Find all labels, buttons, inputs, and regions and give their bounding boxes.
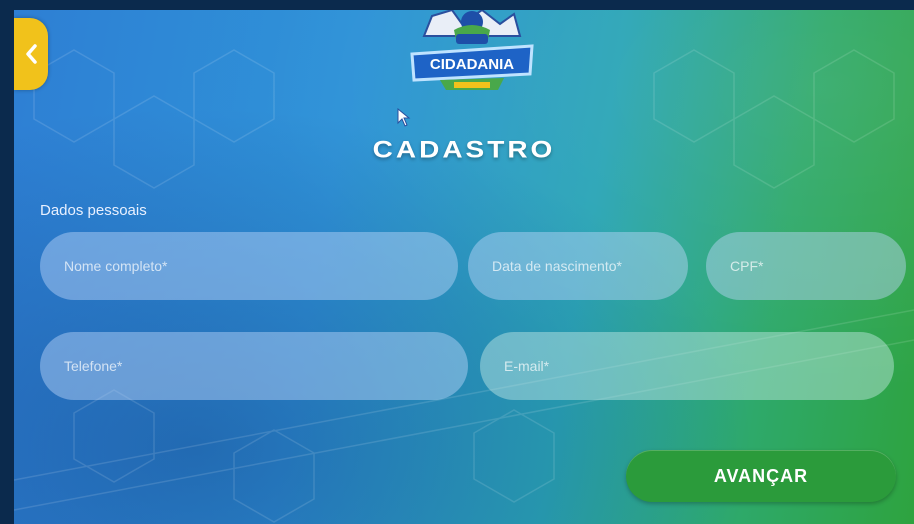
app-frame: CIDADANIA CADASTRO Dados pessoais Nome c…: [14, 10, 914, 524]
chevron-left-icon: [26, 44, 37, 64]
title-container: CADASTRO: [14, 110, 914, 166]
telefone-input[interactable]: Telefone*: [40, 332, 468, 400]
data-nascimento-input[interactable]: Data de nascimento*: [468, 232, 688, 300]
back-button[interactable]: [14, 18, 48, 90]
logo-text: CIDADANIA: [430, 56, 514, 73]
cidadania-logo: CIDADANIA: [410, 10, 534, 90]
cpf-input[interactable]: CPF*: [706, 232, 906, 300]
email-input[interactable]: E-mail*: [480, 332, 894, 400]
nome-completo-input[interactable]: Nome completo*: [40, 232, 458, 300]
page-title: CADASTRO: [372, 136, 556, 163]
section-label-dados-pessoais: Dados pessoais: [40, 202, 147, 219]
avancar-button[interactable]: AVANÇAR: [626, 450, 896, 502]
